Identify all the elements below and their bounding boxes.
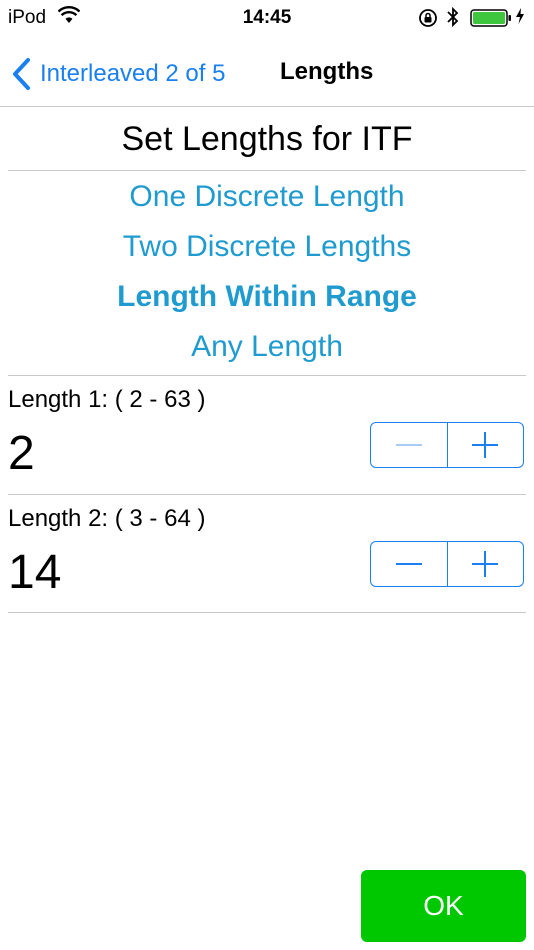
status-bar: iPod 14:45 — [0, 0, 534, 40]
option-length-within-range[interactable]: Length Within Range — [0, 272, 534, 322]
navigation-bar: Interleaved 2 of 5 Lengths — [0, 44, 534, 107]
length2-decrement-button[interactable] — [371, 542, 447, 586]
length2-row: Length 2: ( 3 - 64 ) 14 — [0, 495, 534, 613]
back-button-label: Interleaved 2 of 5 — [40, 60, 226, 87]
length2-value: 14 — [8, 546, 62, 599]
minus-icon — [395, 444, 422, 446]
length1-label: Length 1: ( 2 - 63 ) — [8, 386, 206, 413]
length2-stepper — [370, 541, 524, 587]
plus-icon — [472, 551, 499, 577]
option-one-discrete-length[interactable]: One Discrete Length — [0, 172, 534, 222]
option-any-length[interactable]: Any Length — [0, 322, 534, 372]
length2-label: Length 2: ( 3 - 64 ) — [8, 505, 206, 532]
length1-row: Length 1: ( 2 - 63 ) 2 — [0, 376, 534, 494]
length-option-list: One Discrete Length Two Discrete Lengths… — [0, 172, 534, 372]
orientation-lock-icon — [419, 9, 437, 27]
charging-bolt-icon — [516, 8, 524, 24]
minus-icon — [395, 563, 422, 565]
length1-increment-button[interactable] — [446, 423, 524, 467]
battery-icon — [470, 9, 511, 27]
section-title: Set Lengths for ITF — [121, 120, 413, 158]
chevron-left-icon — [13, 58, 30, 90]
back-button[interactable]: Interleaved 2 of 5 — [12, 54, 225, 94]
length2-increment-button[interactable] — [446, 542, 524, 586]
plus-icon — [472, 432, 499, 458]
option-two-discrete-lengths[interactable]: Two Discrete Lengths — [0, 222, 534, 272]
length1-value: 2 — [8, 427, 35, 480]
length1-stepper — [370, 422, 524, 468]
length1-decrement-button[interactable] — [371, 423, 447, 467]
divider — [8, 612, 526, 613]
nav-title: Lengths — [280, 58, 374, 85]
bluetooth-icon — [447, 6, 459, 28]
divider — [8, 170, 526, 171]
ok-button[interactable]: OK — [361, 870, 526, 942]
